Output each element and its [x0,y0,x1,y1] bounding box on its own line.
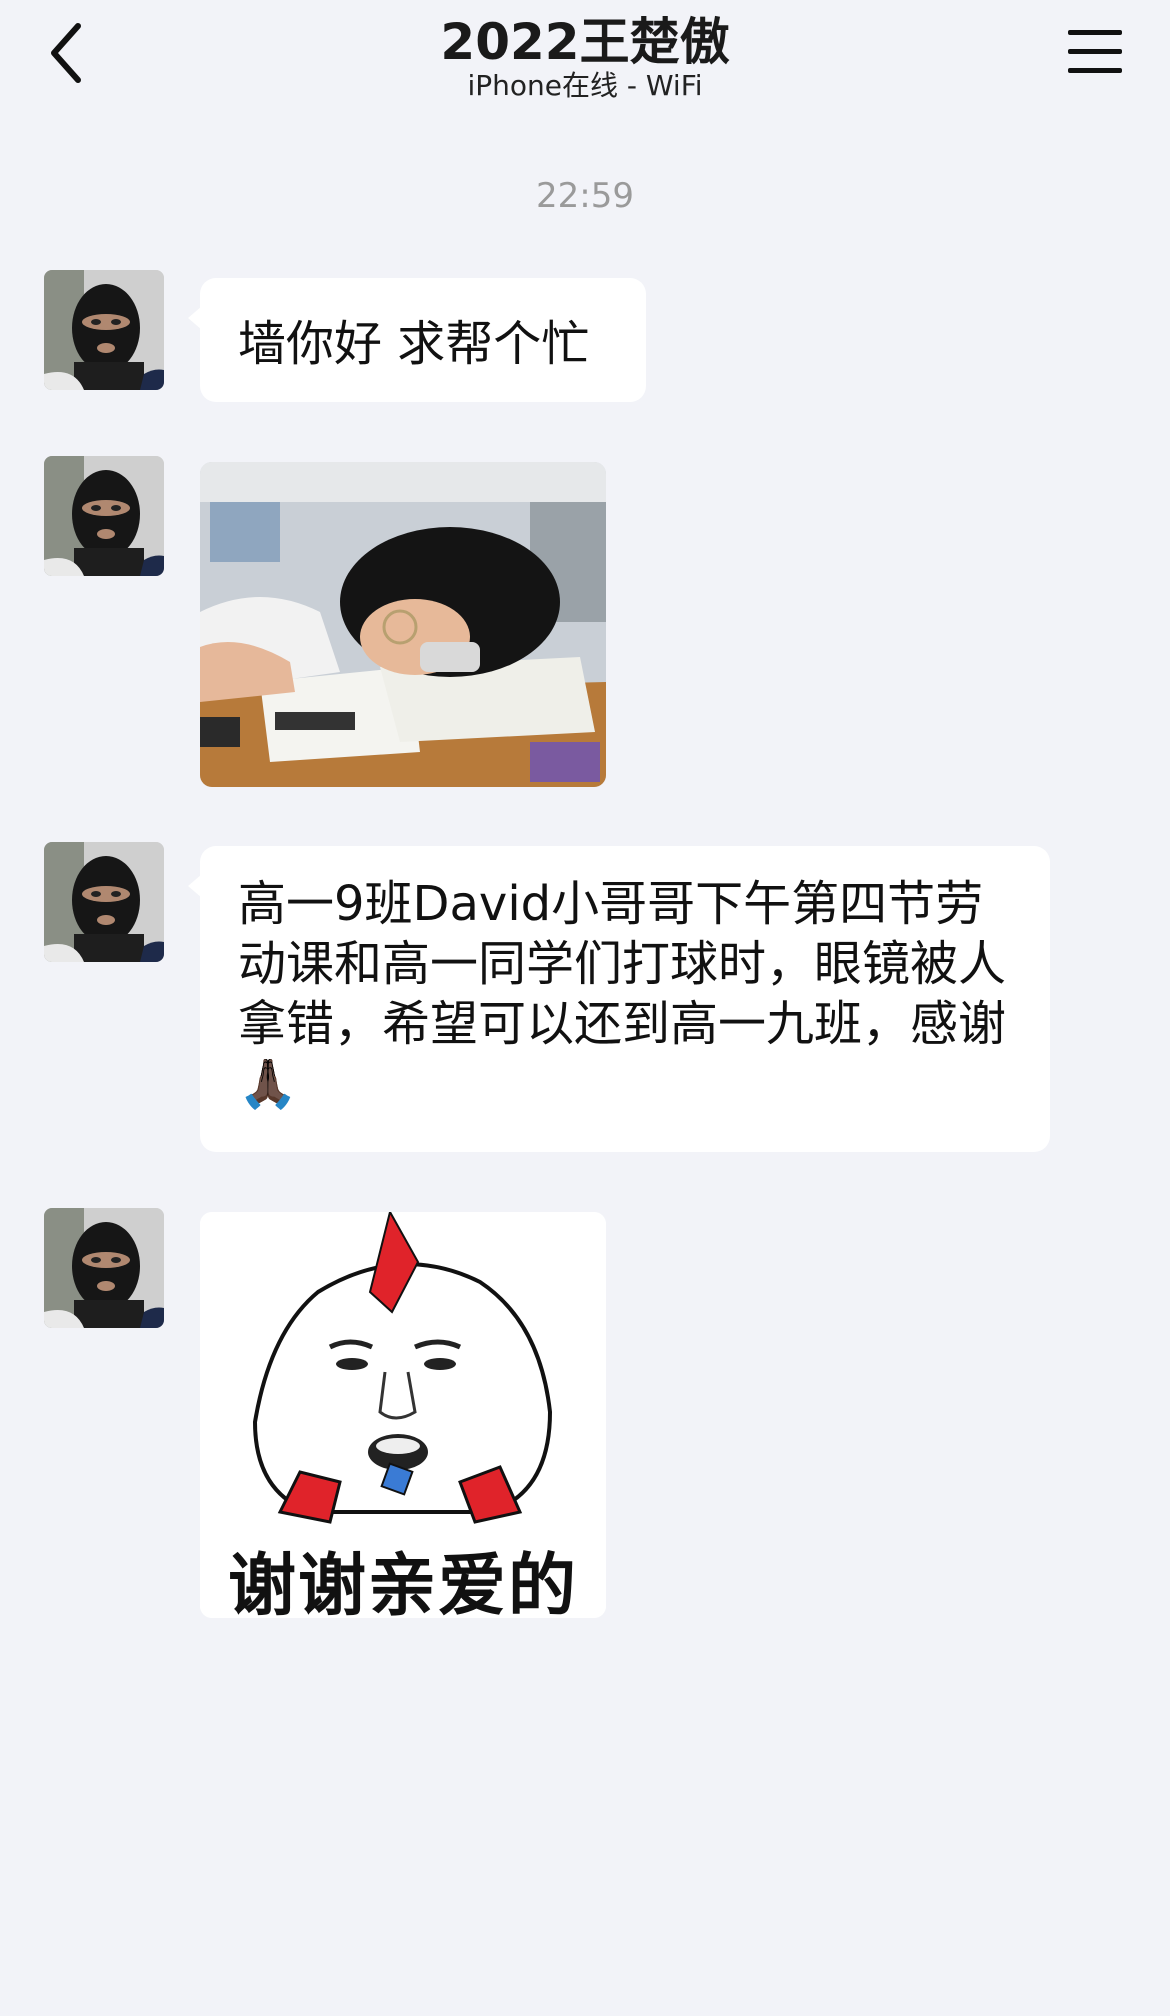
message-text: 墙你好 求帮个忙 [238,316,590,372]
menu-button[interactable] [1060,22,1130,82]
chat-header: 2022王楚傲 iPhone在线 - WiFi [0,0,1170,110]
photo-student-sleeping-icon [200,462,606,787]
message-bubble-3[interactable]: 高一9班David小哥哥下午第四节劳动课和高一同学们打球时，眼镜被人拿错，希望可… [188,846,1050,1152]
image-message[interactable] [200,462,606,787]
message-bubble-1[interactable]: 墙你好 求帮个忙 [188,278,646,402]
message-text: 高一9班David小哥哥下午第四节劳动课和高一同学们打球时，眼镜被人拿错，希望可… [238,876,1007,1112]
balaclava-avatar-icon [44,270,164,390]
chat-status: iPhone在线 - WiFi [467,69,703,102]
avatar[interactable] [44,270,164,390]
message-timestamp: 22:59 [536,176,634,216]
balaclava-avatar-icon [44,456,164,576]
avatar[interactable] [44,456,164,576]
balaclava-avatar-icon [44,842,164,962]
avatar[interactable] [44,842,164,962]
hamburger-menu-icon [1068,30,1122,73]
sticker-caption: 谢谢亲爱的 [227,1547,578,1618]
sticker-message[interactable]: 谢谢亲爱的 [200,1212,606,1618]
avatar[interactable] [44,1208,164,1328]
balaclava-avatar-icon [44,1208,164,1328]
